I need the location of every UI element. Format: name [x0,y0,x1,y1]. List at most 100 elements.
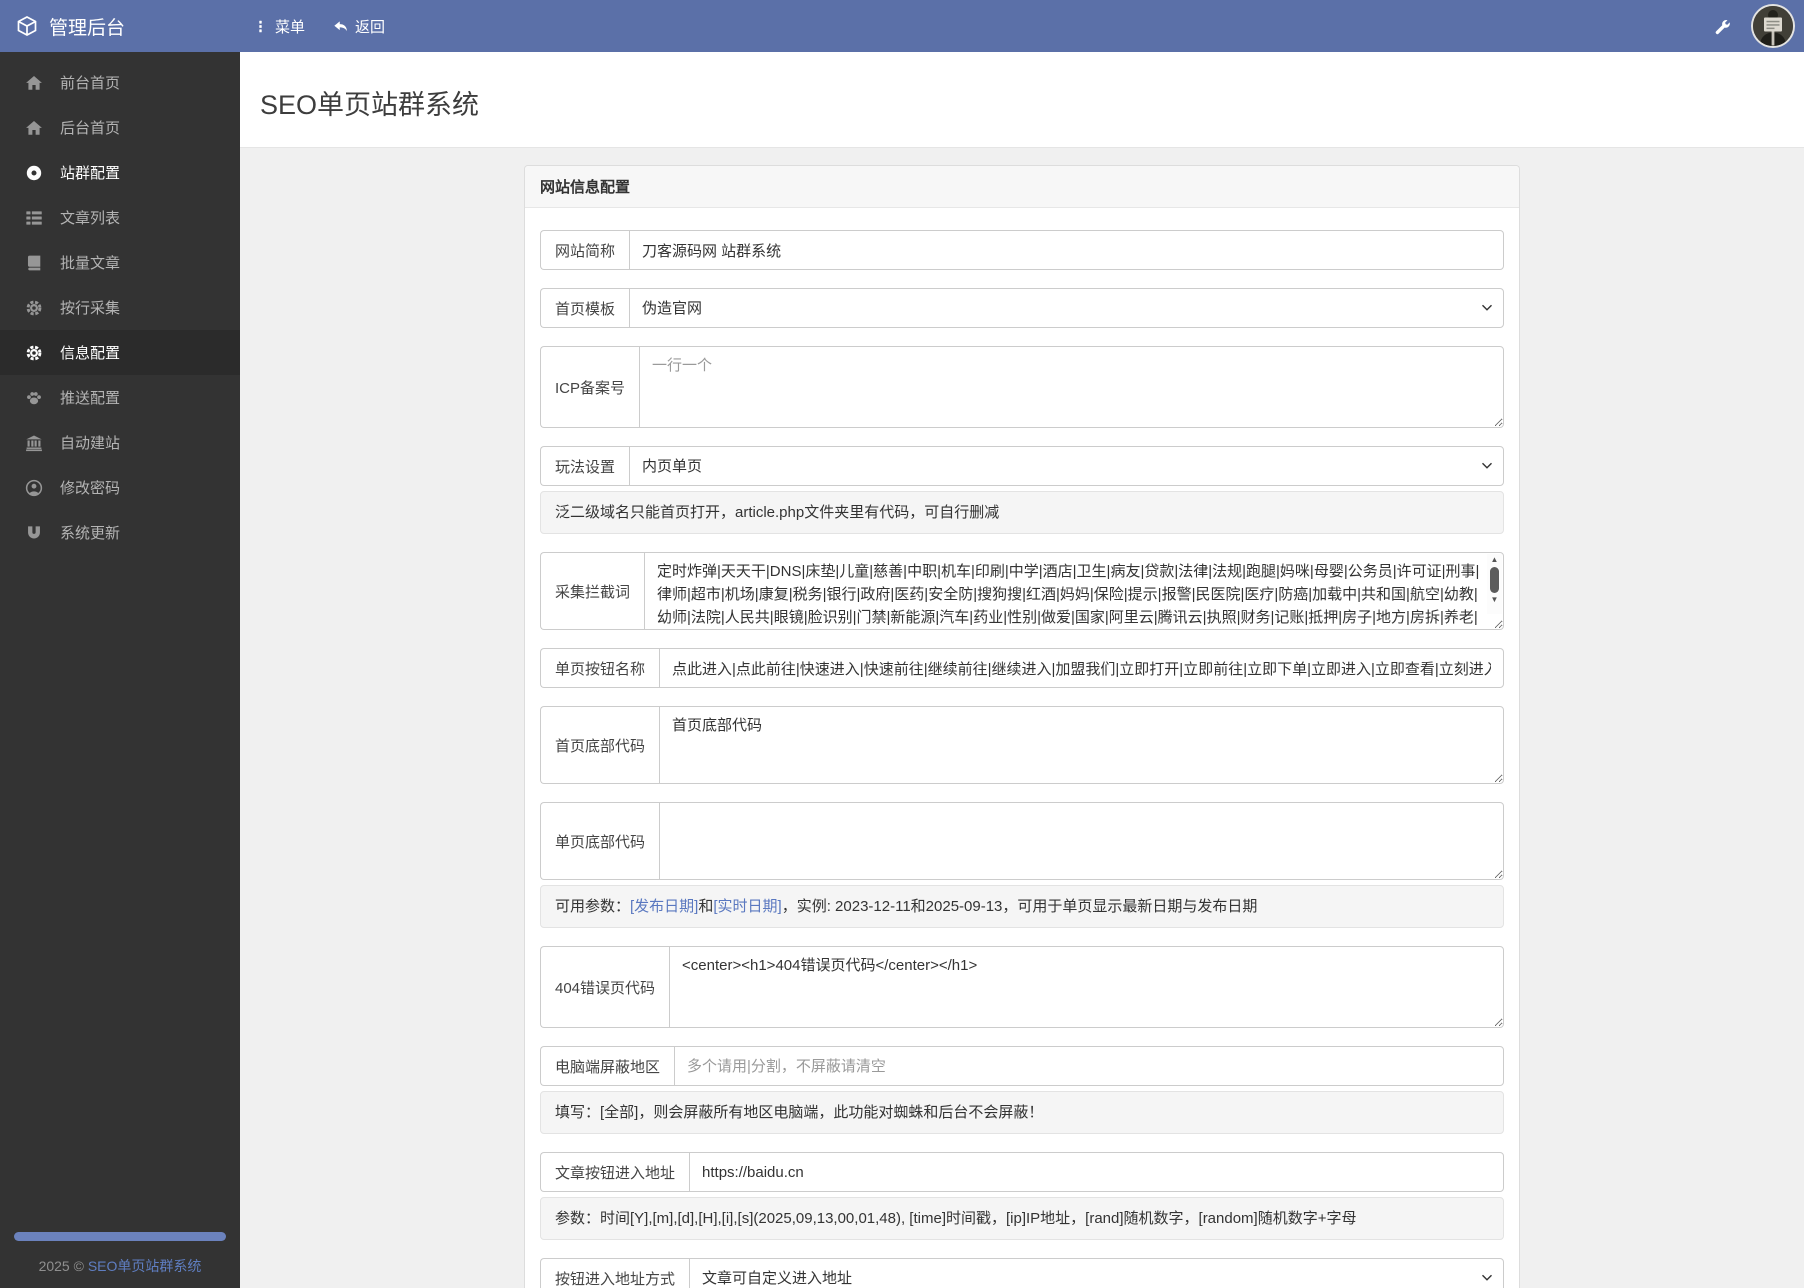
form-row-button-url-mode: 按钮进入地址方式 文章可自定义进入地址 [540,1258,1504,1288]
date-params-hint: 可用参数：[发布日期]和[实时日期]，实例: 2023-12-11和2025-0… [540,885,1504,928]
button-url-mode-label: 按钮进入地址方式 [540,1258,690,1288]
system-link[interactable]: SEO单页站群系统 [88,1258,202,1274]
form-row-pc-block-area: 电脑端屏蔽地区 填写：[全部]，则会屏蔽所有地区电脑端，此功能对蜘蛛和后台不会屏… [540,1046,1504,1134]
sidebar-item-front-home[interactable]: 前台首页 [0,60,240,105]
user-circle-icon [25,479,43,497]
form-row-play-mode: 玩法设置 内页单页 泛二级域名只能首页打开，article.php文件夹里有代码… [540,446,1504,534]
form-row-article-button-url: 文章按钮进入地址 参数：时间[Y],[m],[d],[H],[i],[s](20… [540,1152,1504,1240]
sidebar-item-label: 修改密码 [60,480,121,497]
panel-body: 网站简称 首页模板 伪造官网 [525,208,1519,1288]
home-footer-code-label: 首页底部代码 [540,706,660,784]
home-footer-code-textarea[interactable]: 首页底部代码 [659,706,1504,784]
back-button[interactable]: 返回 [333,16,385,37]
book-icon [25,254,43,272]
gear-icon [25,299,43,317]
sidebar-item-auto-build[interactable]: 自动建站 [0,420,240,465]
site-name-input[interactable] [629,230,1504,270]
pc-block-area-input[interactable] [674,1046,1504,1086]
chrome-icon [25,164,43,182]
sidebar-item-label: 按行采集 [60,300,121,317]
sidebar-item-line-collect[interactable]: 按行采集 [0,285,240,330]
textarea-scrollbar[interactable]: ▲ ▼ [1487,554,1502,614]
avatar[interactable] [1751,4,1795,48]
realtime-date-param-link[interactable]: [实时日期] [713,898,781,915]
sidebar-item-label: 批量文章 [60,255,121,272]
content-area: 网站信息配置 网站简称 首页模板 伪造官网 [240,148,1804,1288]
vertical-dots-icon [253,19,268,34]
home-template-select[interactable]: 伪造官网 [629,288,1504,328]
sidebar-item-label: 后台首页 [60,120,121,137]
settings-button[interactable] [1714,18,1731,35]
form-row-404-code: 404错误页代码 <center><h1>404错误页代码</center></… [540,946,1504,1028]
menu-toggle[interactable]: 菜单 [253,16,305,37]
block-words-label: 采集拦截词 [540,552,645,630]
bank-icon [25,434,43,452]
scroll-down-icon[interactable]: ▼ [1491,594,1499,606]
menu-toggle-label: 菜单 [275,18,306,36]
publish-date-param-link[interactable]: [发布日期] [630,898,698,915]
gear-icon [25,344,43,362]
topbar: 管理后台 菜单 返回 [0,0,1804,52]
site-info-panel: 网站信息配置 网站简称 首页模板 伪造官网 [524,165,1520,1288]
form-row-page-footer-code: 单页底部代码 可用参数：[发布日期]和[实时日期]，实例: 2023-12-11… [540,802,1504,928]
sidebar-item-label: 站群配置 [60,165,121,182]
sidebar-item-label: 推送配置 [60,390,121,407]
page-header: SEO单页站群系统 [240,52,1804,148]
button-url-mode-select[interactable]: 文章可自定义进入地址 [689,1258,1504,1288]
error-404-label: 404错误页代码 [540,946,670,1028]
pc-block-area-label: 电脑端屏蔽地区 [540,1046,675,1086]
page-title: SEO单页站群系统 [260,90,480,120]
brand[interactable]: 管理后台 [0,13,240,40]
main-content: SEO单页站群系统 网站信息配置 网站简称 首页模板 [240,0,1804,1288]
article-button-url-input[interactable] [689,1152,1504,1192]
pc-block-area-hint: 填写：[全部]，则会屏蔽所有地区电脑端，此功能对蜘蛛和后台不会屏蔽！ [540,1091,1504,1134]
home-template-label: 首页模板 [540,288,630,328]
sidebar-item-info-config[interactable]: 信息配置 [0,330,240,375]
form-row-home-template: 首页模板 伪造官网 [540,288,1504,328]
sidebar-item-label: 系统更新 [60,525,121,542]
page-footer-code-textarea[interactable] [659,802,1504,880]
form-row-icp: ICP备案号 [540,346,1504,428]
home-icon [25,119,43,137]
form-row-button-names: 单页按钮名称 [540,648,1504,688]
scroll-up-icon[interactable]: ▲ [1491,554,1499,566]
sidebar-scrollbar[interactable] [14,1232,226,1241]
wrench-icon [1714,18,1731,35]
copyright: 2025 © SEO单页站群系统 [0,1256,240,1276]
topnav: 菜单 返回 [240,16,385,37]
icp-label: ICP备案号 [540,346,640,428]
sidebar-item-site-group-config[interactable]: 站群配置 [0,150,240,195]
site-name-label: 网站简称 [540,230,630,270]
form-row-home-footer-code: 首页底部代码 首页底部代码 [540,706,1504,784]
sidebar-item-label: 文章列表 [60,210,121,227]
magnet-icon [25,524,43,542]
panel-title: 网站信息配置 [525,166,1519,208]
block-words-textarea[interactable]: 定时炸弹|天天干|DNS|床垫|儿童|慈善|中职|机车|印刷|中学|酒店|卫生|… [644,552,1504,630]
form-row-block-words: 采集拦截词 定时炸弹|天天干|DNS|床垫|儿童|慈善|中职|机车|印刷|中学|… [540,552,1504,630]
sidebar-menu: 前台首页 后台首页 站群配置 文章列表 批量文章 按行采集 信息配置 推送配置 [0,52,240,555]
sidebar-item-admin-home[interactable]: 后台首页 [0,105,240,150]
scroll-thumb[interactable] [1490,567,1499,593]
sidebar-item-label: 信息配置 [60,345,121,362]
sidebar-item-change-password[interactable]: 修改密码 [0,465,240,510]
play-mode-label: 玩法设置 [540,446,630,486]
sidebar-item-batch-articles[interactable]: 批量文章 [0,240,240,285]
button-names-input[interactable] [659,648,1504,688]
sidebar-item-label: 前台首页 [60,75,121,92]
cube-logo-icon [16,15,38,37]
icp-textarea[interactable] [639,346,1504,428]
play-mode-select[interactable]: 内页单页 [629,446,1504,486]
play-mode-hint: 泛二级域名只能首页打开，article.php文件夹里有代码，可自行删减 [540,491,1504,534]
sidebar-footer: 2025 © SEO单页站群系统 [0,1232,240,1276]
sidebar-item-system-update[interactable]: 系统更新 [0,510,240,555]
error-404-textarea[interactable]: <center><h1>404错误页代码</center></h1> [669,946,1504,1028]
button-names-label: 单页按钮名称 [540,648,660,688]
home-icon [25,74,43,92]
brand-title: 管理后台 [49,17,126,39]
sidebar-item-article-list[interactable]: 文章列表 [0,195,240,240]
article-button-url-label: 文章按钮进入地址 [540,1152,690,1192]
sidebar-item-push-config[interactable]: 推送配置 [0,375,240,420]
paw-icon [25,389,43,407]
reply-arrow-icon [333,19,348,34]
sidebar-item-label: 自动建站 [60,435,121,452]
